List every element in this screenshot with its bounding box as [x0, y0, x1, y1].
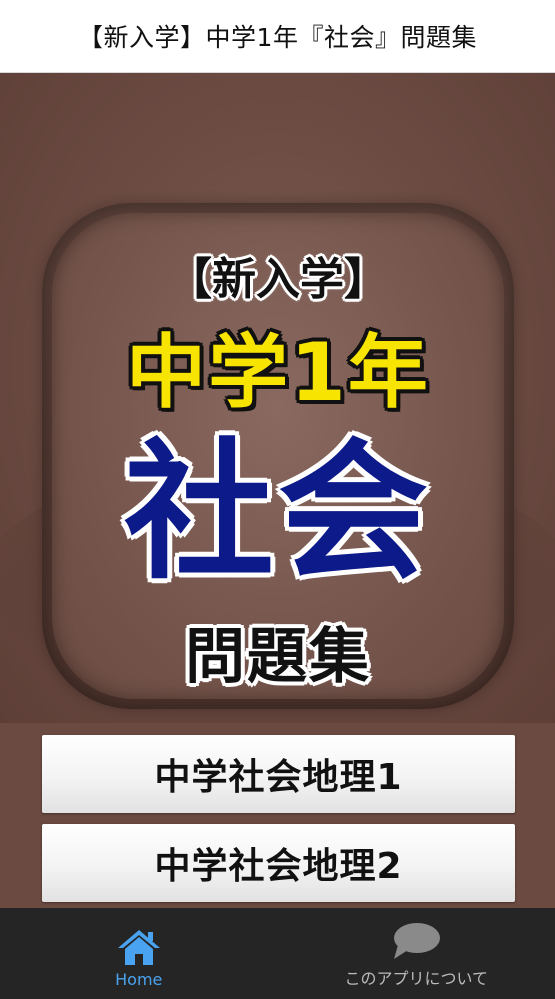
nav-item-about[interactable]: このアプリについて [278, 908, 555, 999]
app-header: 【新入学】中学1年『社会』問題集 [0, 0, 555, 73]
page-title: 【新入学】中学1年『社会』問題集 [78, 23, 477, 52]
home-icon [117, 930, 160, 965]
app-icon-tile: 【新入学】 中学1年 社会 問題集 [42, 203, 514, 709]
menu-button-geography-2[interactable]: 中学社会地理2 [42, 824, 515, 902]
menu-button-label: 中学社会地理2 [154, 846, 403, 887]
nav-label-about: このアプリについて [344, 969, 489, 988]
app-icon-tile-inner: 【新入学】 中学1年 社会 問題集 [52, 213, 504, 699]
menu-button-geography-1[interactable]: 中学社会地理1 [42, 735, 515, 813]
bottom-navigation: Home このアプリについて [0, 908, 555, 999]
menu-button-label: 中学社会地理1 [154, 757, 403, 798]
hero-subject: 社会 [123, 426, 432, 600]
hero-collection: 問題集 [185, 622, 371, 692]
nav-item-home[interactable]: Home [0, 908, 278, 999]
chat-bubble-icon [394, 923, 441, 959]
nav-label-home: Home [115, 970, 163, 989]
hero-banner: 【新入学】 中学1年 社会 問題集 [0, 73, 555, 723]
hero-subtitle: 【新入学】 [168, 254, 388, 305]
